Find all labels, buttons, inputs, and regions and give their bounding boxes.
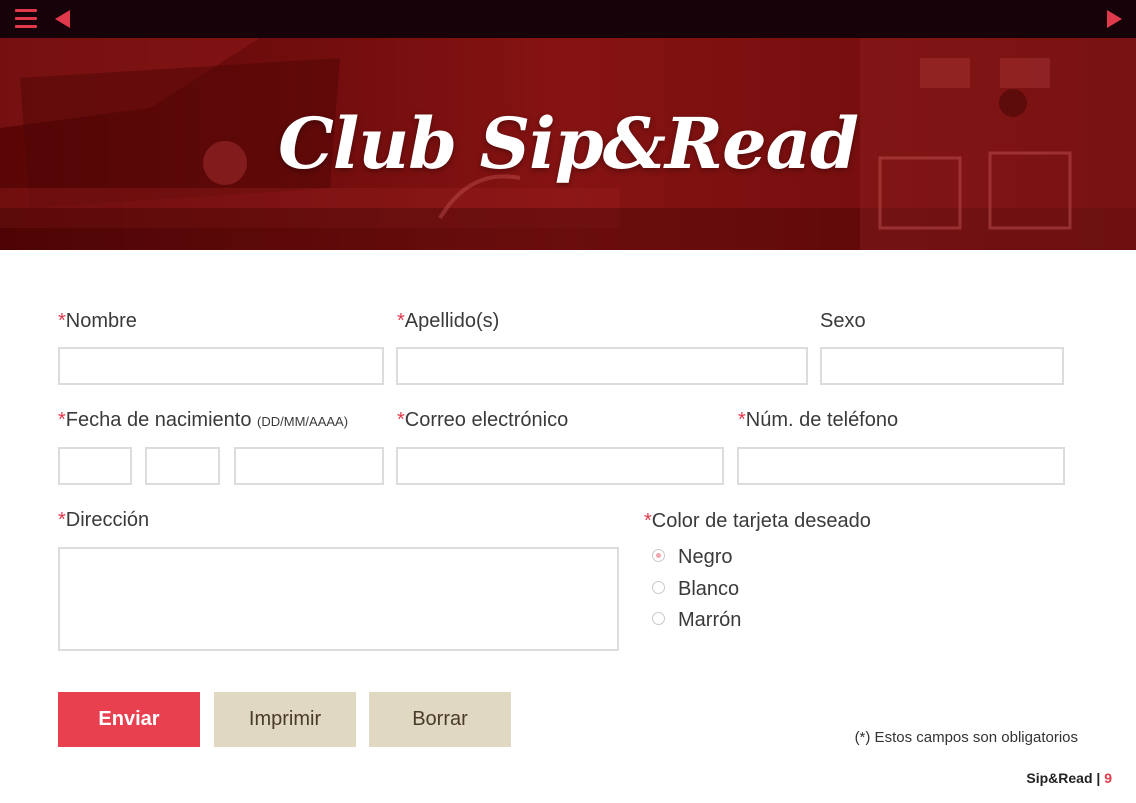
birth-year-input[interactable] <box>234 447 384 485</box>
next-page-icon[interactable] <box>1107 10 1122 28</box>
birth-day-input[interactable] <box>58 447 132 485</box>
apellidos-input[interactable] <box>396 347 808 385</box>
enviar-button[interactable]: Enviar <box>58 692 200 747</box>
previous-page-icon[interactable] <box>55 10 70 28</box>
radio-button[interactable] <box>652 581 665 594</box>
radio-label: Negro <box>678 546 733 568</box>
radio-button-checked[interactable] <box>652 549 665 562</box>
borrar-button[interactable]: Borrar <box>369 692 511 747</box>
birth-month-input[interactable] <box>145 447 220 485</box>
color-label: *Color de tarjeta deseado <box>644 510 871 532</box>
sexo-label: Sexo <box>820 310 866 332</box>
telefono-label: *Núm. de teléfono <box>738 409 899 431</box>
radio-label: Marrón <box>678 609 742 631</box>
apellidos-label: *Apellido(s) <box>397 310 500 332</box>
page-title: Club Sip&Read <box>278 102 859 185</box>
correo-label: *Correo electrónico <box>397 409 569 431</box>
hero-banner: Club Sip&Read <box>0 38 1136 250</box>
date-format-hint: (DD/MM/AAAA) <box>257 414 349 429</box>
page-footer: Sip&Read | 9 <box>1026 770 1112 786</box>
telefono-input[interactable] <box>737 447 1065 485</box>
radio-button[interactable] <box>652 612 665 625</box>
footer-brand: Sip&Read <box>1026 770 1093 786</box>
direccion-textarea[interactable] <box>58 547 619 651</box>
top-navigation-bar <box>0 0 1136 38</box>
hamburger-menu-icon[interactable] <box>15 9 37 29</box>
page-number: 9 <box>1104 770 1112 786</box>
imprimir-button[interactable]: Imprimir <box>214 692 356 747</box>
fecha-label: *Fecha de nacimiento (DD/MM/AAAA) <box>58 409 349 431</box>
direccion-label: *Dirección <box>58 509 150 531</box>
radio-label: Blanco <box>678 578 740 600</box>
nombre-label: *Nombre <box>58 310 137 332</box>
nombre-input[interactable] <box>58 347 384 385</box>
correo-input[interactable] <box>396 447 724 485</box>
sexo-input[interactable] <box>820 347 1064 385</box>
required-fields-note: (*) Estos campos son obligatorios <box>854 729 1078 746</box>
